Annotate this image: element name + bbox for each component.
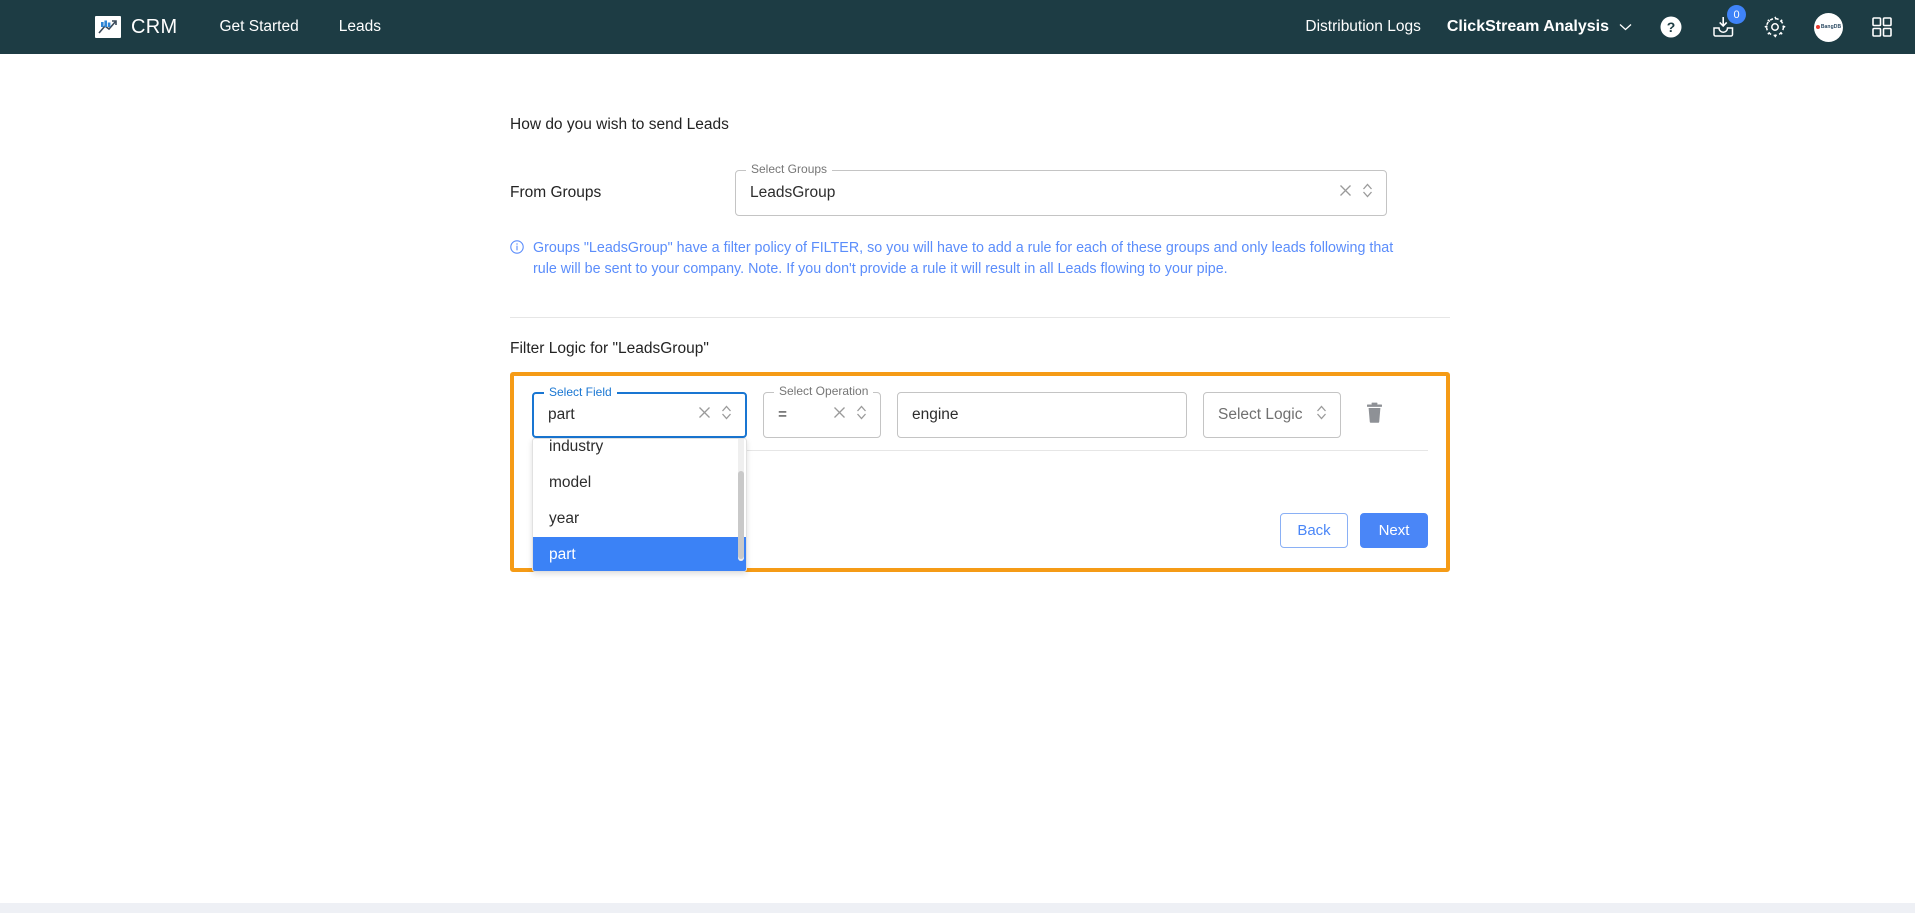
trash-icon	[1365, 402, 1384, 429]
select-field-options-scroll[interactable]: industry model year part	[533, 439, 746, 572]
from-groups-label: From Groups	[510, 184, 602, 201]
chevron-updown-icon[interactable]	[720, 404, 733, 426]
select-logic-value: Select Logic	[1218, 406, 1303, 424]
clear-x-icon[interactable]	[1338, 183, 1353, 203]
select-field-option-model[interactable]: model	[533, 465, 746, 501]
chevron-updown-icon[interactable]	[1361, 182, 1374, 204]
page-body: How do you wish to send Leads From Group…	[0, 54, 1915, 913]
select-field-legend: Select Field	[544, 386, 617, 399]
wizard-actions: Back Next	[1280, 513, 1428, 549]
filter-policy-info: Groups "LeadsGroup" have a filter policy…	[510, 238, 1410, 279]
select-logic-dropdown[interactable]: Select Logic	[1203, 392, 1341, 439]
primary-nav: Get Started Leads	[219, 18, 381, 36]
filter-logic-title: Filter Logic for "LeadsGroup"	[510, 340, 709, 358]
delete-rule-button[interactable]	[1357, 392, 1391, 438]
chevron-updown-icon[interactable]	[1315, 404, 1328, 426]
topbar-right-section: Distribution Logs ClickStream Analysis ?…	[1305, 5, 1895, 42]
footer-strip	[0, 903, 1915, 913]
filter-policy-info-text: Groups "LeadsGroup" have a filter policy…	[533, 240, 1394, 277]
select-operation-legend: Select Operation	[774, 385, 874, 398]
rule-value-input[interactable]: engine	[897, 392, 1187, 439]
nav-distribution-logs[interactable]: Distribution Logs	[1305, 18, 1420, 36]
back-button[interactable]: Back	[1280, 513, 1348, 549]
select-field-options-menu[interactable]: industry model year part	[532, 438, 747, 573]
select-field-option-year[interactable]: year	[533, 501, 746, 537]
select-operation-adornments	[832, 404, 868, 426]
select-field-option-industry[interactable]: industry	[533, 439, 746, 465]
chevron-updown-icon[interactable]	[855, 404, 868, 426]
clear-x-icon[interactable]	[832, 405, 847, 425]
info-circle-icon	[510, 240, 524, 279]
menu-scrollbar-thumb[interactable]	[738, 471, 744, 560]
select-logic-adornments	[1315, 404, 1328, 426]
select-groups-legend: Select Groups	[746, 163, 833, 175]
inbox-download-icon[interactable]: 0	[1710, 5, 1746, 40]
chart-trend-icon	[95, 16, 121, 38]
next-button[interactable]: Next	[1360, 513, 1428, 549]
chevron-down-icon	[1619, 18, 1632, 36]
top-navigation-bar: CRM Get Started Leads Distribution Logs …	[0, 0, 1915, 54]
select-field-dropdown[interactable]: Select Field part	[532, 386, 747, 439]
svg-text:?: ?	[1667, 19, 1676, 35]
help-icon[interactable]: ?	[1658, 14, 1684, 40]
filter-rule-highlight-box: Select Field part Select Operation = eng…	[510, 372, 1450, 573]
apps-grid-icon[interactable]	[1869, 14, 1895, 40]
avatar-mark-icon	[1815, 25, 1820, 29]
section-divider	[510, 317, 1450, 319]
brand[interactable]: CRM	[95, 16, 177, 39]
select-operation-dropdown[interactable]: Select Operation =	[763, 385, 881, 439]
select-field-option-part[interactable]: part	[533, 537, 746, 572]
select-field-value: part	[548, 406, 575, 424]
from-groups-row: From Groups Select Groups LeadsGroup	[510, 163, 1450, 216]
avatar-label: BangDB	[1820, 24, 1842, 30]
nav-clickstream-analysis[interactable]: ClickStream Analysis	[1447, 18, 1632, 36]
nav-get-started[interactable]: Get Started	[219, 18, 298, 36]
form-content: How do you wish to send Leads From Group…	[510, 54, 1450, 573]
brand-name: CRM	[131, 15, 178, 38]
select-field-adornments	[697, 404, 733, 426]
filter-rule-row: Select Field part Select Operation = eng…	[532, 385, 1428, 439]
select-groups-value: LeadsGroup	[750, 184, 836, 201]
gear-icon[interactable]	[1762, 14, 1788, 40]
nav-clickstream-analysis-label: ClickStream Analysis	[1446, 18, 1609, 35]
avatar[interactable]: BangDB	[1814, 12, 1843, 42]
rule-value-text: engine	[912, 406, 959, 424]
notification-badge: 0	[1727, 5, 1746, 24]
select-groups-field[interactable]: Select Groups LeadsGroup	[735, 163, 1387, 216]
clear-x-icon[interactable]	[697, 405, 712, 425]
page-title: How do you wish to send Leads	[510, 116, 729, 133]
select-groups-adornments	[1338, 182, 1374, 204]
nav-leads[interactable]: Leads	[339, 18, 381, 36]
select-operation-value: =	[778, 406, 788, 424]
